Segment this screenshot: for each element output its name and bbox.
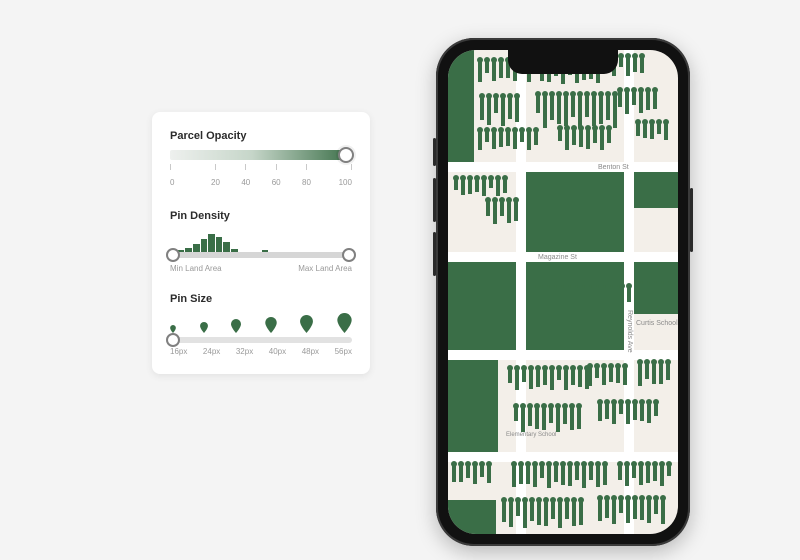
phone-volume-down: [433, 232, 436, 276]
map-road: [448, 162, 678, 172]
pin-icon: [265, 317, 277, 333]
pin-density-title: Pin Density: [170, 210, 352, 222]
pin-size-ticks: 16px 24px 32px 40px 48px 56px: [170, 347, 352, 356]
parcel-opacity-slider[interactable]: [170, 150, 352, 160]
parcel-opacity-group: Parcel Opacity 0 20 40 60 80 100: [170, 130, 352, 190]
pin-icon: [200, 322, 208, 333]
phone-notch: [508, 50, 618, 74]
street-label-magazine: Magazine St: [538, 254, 577, 261]
phone-mockup: Benton St Magazine St Curtis School Elem…: [436, 38, 690, 546]
phone-mute-switch: [433, 138, 436, 166]
map-view[interactable]: Benton St Magazine St Curtis School Elem…: [448, 50, 678, 534]
pin-density-handle-min[interactable]: [166, 248, 180, 262]
map-parcel: [526, 262, 624, 350]
map-settings-card: Parcel Opacity 0 20 40 60 80 100 Pin Den…: [152, 112, 370, 374]
phone-volume-up: [433, 178, 436, 222]
pin-density-min-label: Min Land Area: [170, 264, 222, 273]
map-parcel: [634, 172, 678, 208]
parcel-opacity-ticks: 0 20 40 60 80 100: [170, 164, 352, 190]
pin-size-group: Pin Size 16px 24px 32px 40px 48px 56px: [170, 293, 352, 356]
map-parcel: [448, 500, 496, 534]
pin-size-slider[interactable]: [170, 337, 352, 343]
map-road: [448, 350, 678, 360]
pin-icon: [170, 325, 176, 333]
pin-icon: [300, 315, 313, 333]
poi-label-elementary: Elementary School: [506, 432, 556, 438]
map-parcel: [448, 50, 474, 162]
map-parcel: [448, 360, 498, 452]
poi-label-curtis: Curtis School: [636, 320, 678, 327]
pin-size-handle[interactable]: [166, 333, 180, 347]
pin-density-max-label: Max Land Area: [298, 264, 352, 273]
parcel-opacity-title: Parcel Opacity: [170, 130, 352, 142]
street-label-reynolds: Reynolds Ave: [626, 310, 633, 353]
street-label-benton: Benton St: [598, 164, 629, 171]
pin-size-previews: [170, 313, 352, 333]
map-parcel: [526, 172, 624, 252]
phone-power-button: [690, 188, 693, 252]
pin-density-handle-max[interactable]: [342, 248, 356, 262]
pin-density-group: Pin Density Min Land Area Max Land Area: [170, 210, 352, 273]
pin-density-histogram: [170, 234, 352, 254]
pin-size-title: Pin Size: [170, 293, 352, 305]
pin-icon: [337, 313, 352, 333]
pin-density-track: [170, 252, 352, 258]
map-parcel: [448, 262, 516, 350]
parcel-opacity-handle[interactable]: [338, 147, 354, 163]
pin-density-labels: Min Land Area Max Land Area: [170, 264, 352, 273]
pin-density-slider[interactable]: [170, 230, 352, 262]
pin-icon: [231, 319, 241, 333]
